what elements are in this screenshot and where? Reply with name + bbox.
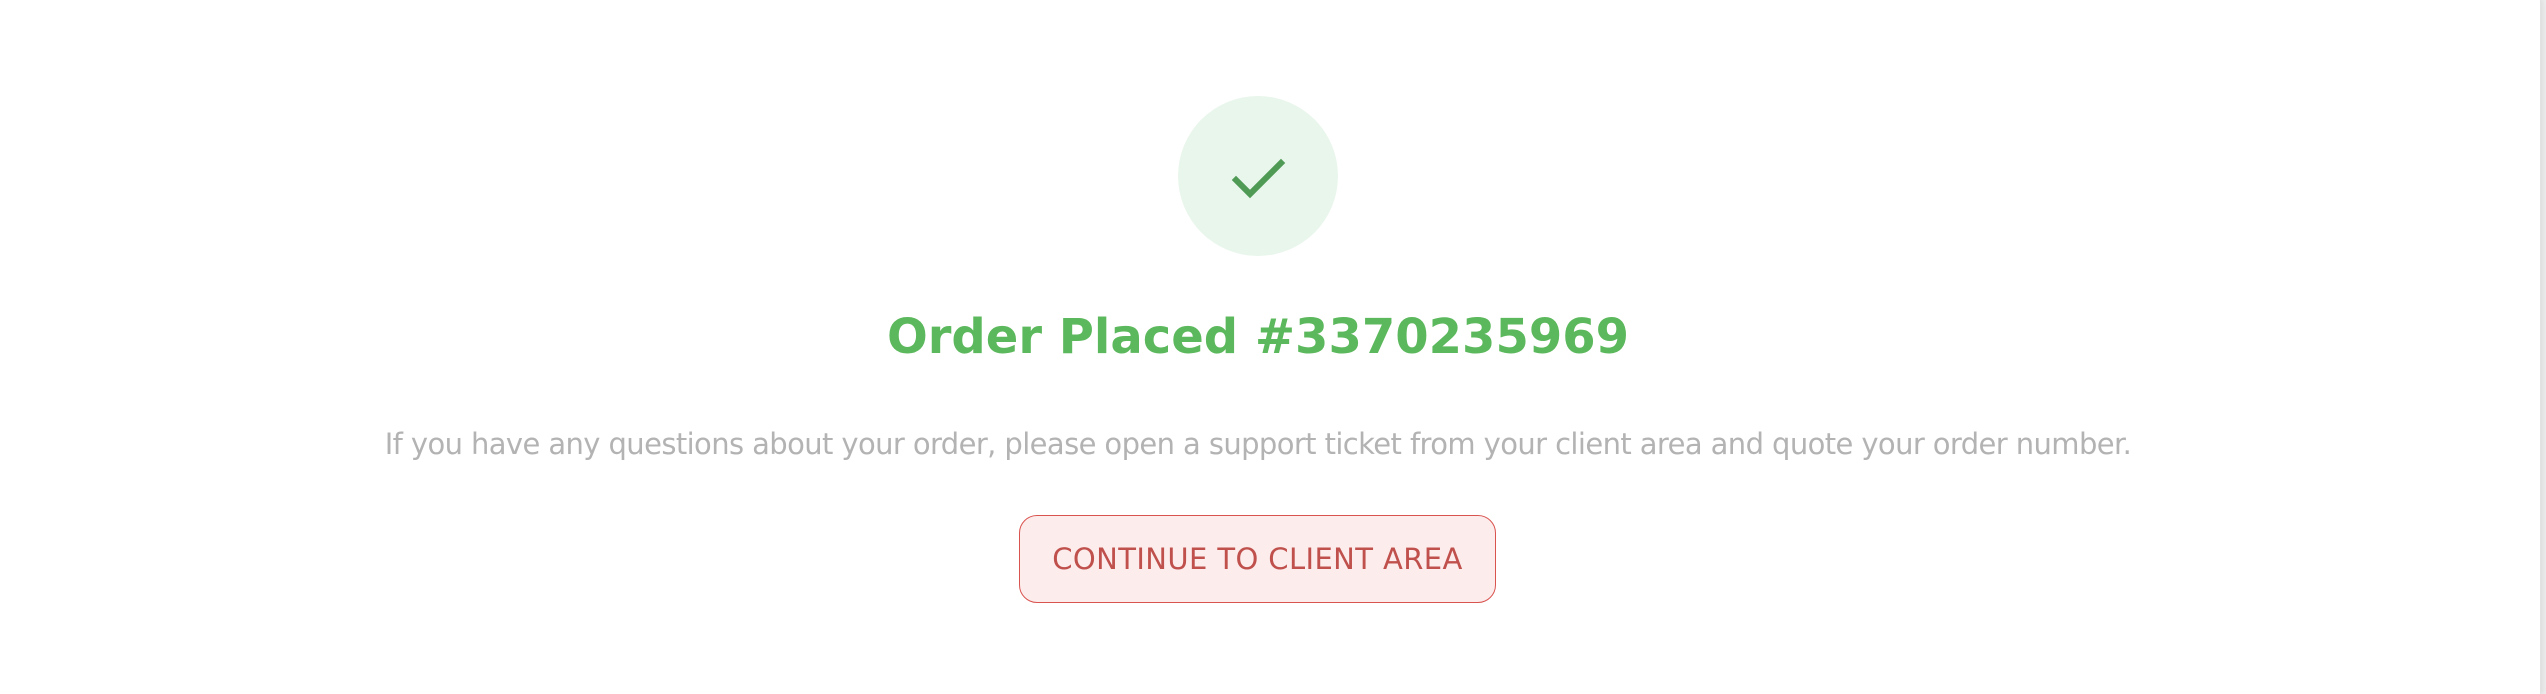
order-confirmation: Order Placed #3370235969 If you have any… bbox=[0, 0, 2516, 694]
order-placed-title: Order Placed #3370235969 bbox=[886, 309, 1630, 365]
checkmark-icon bbox=[1231, 158, 1286, 199]
support-message: If you have any questions about your ord… bbox=[384, 427, 2132, 461]
continue-to-client-area-button[interactable]: CONTINUE TO CLIENT AREA bbox=[1019, 515, 1496, 603]
page-panel: Order Placed #3370235969 If you have any… bbox=[0, 0, 2541, 694]
success-badge bbox=[1178, 96, 1338, 256]
